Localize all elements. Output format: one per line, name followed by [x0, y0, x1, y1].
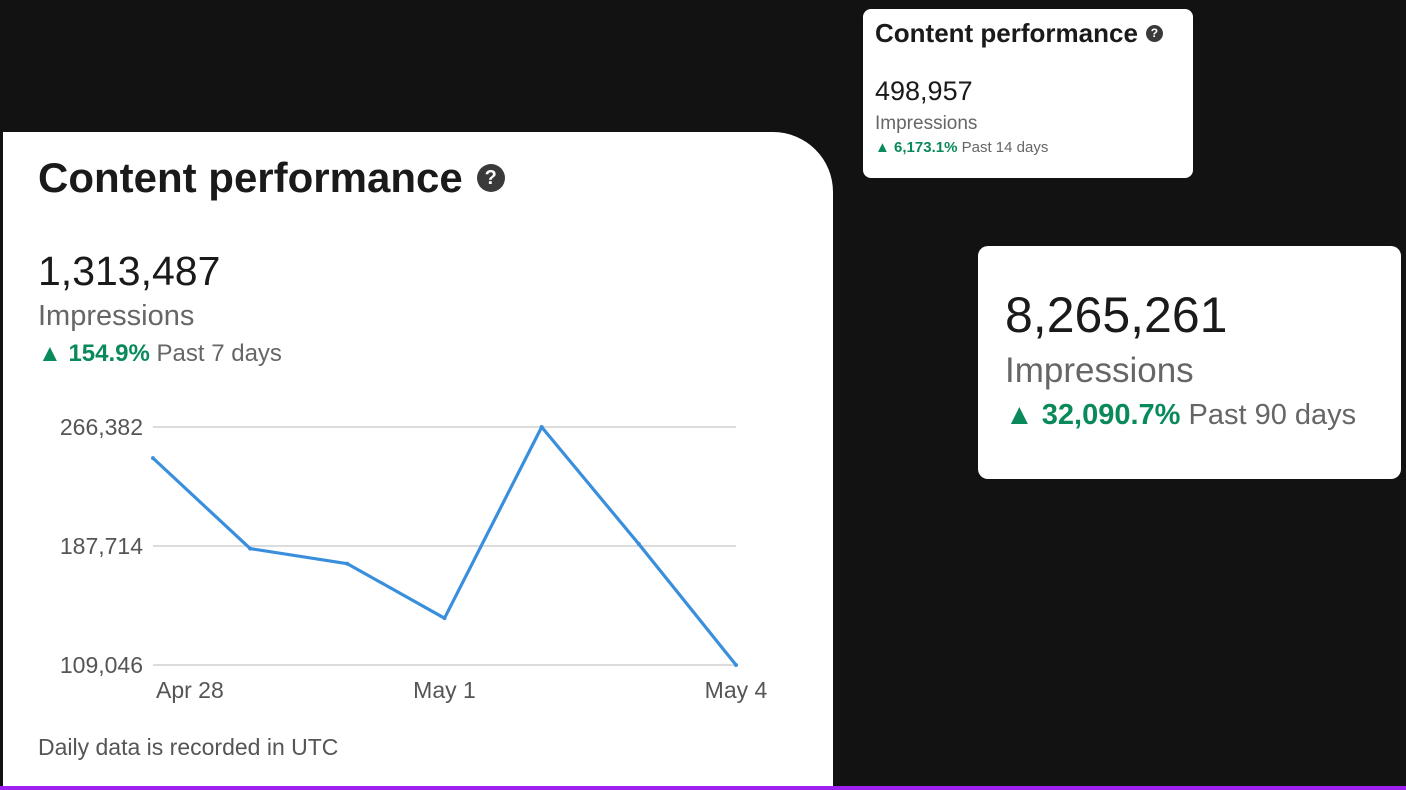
data-point[interactable] — [151, 456, 155, 461]
data-point[interactable] — [539, 425, 544, 429]
data-point[interactable] — [248, 546, 253, 551]
arrow-up-icon: ▲ — [1005, 399, 1034, 431]
change-percent: 32,090.7% — [1041, 399, 1181, 431]
change-percent: 6,173.1% — [894, 139, 958, 156]
y-tick-label: 187,714 — [60, 533, 143, 559]
impressions-line-chart: 266,382 187,714 109,046 Apr 28 May 1 May 4 — [60, 414, 768, 703]
data-point[interactable] — [345, 561, 350, 566]
data-point[interactable] — [442, 616, 447, 621]
chart-x-axis: Apr 28 May 1 May 4 — [156, 677, 768, 703]
impressions-value: 8,265,261 — [1005, 287, 1228, 343]
impressions-value: 498,957 — [875, 76, 973, 106]
impressions-label: Impressions — [875, 113, 978, 134]
card-title-text: Content performance — [38, 154, 463, 201]
arrow-up-icon: ▲ — [38, 340, 62, 367]
chart-y-axis: 266,382 187,714 109,046 — [60, 414, 143, 678]
utc-footnote: Daily data is recorded in UTC — [38, 734, 339, 760]
impressions-value: 1,313,487 — [38, 248, 221, 294]
period-label: Past 14 days — [961, 139, 1049, 156]
change-row: ▲ 32,090.7% Past 90 days — [1005, 399, 1356, 432]
data-point[interactable] — [636, 542, 641, 547]
impressions-card-90d: 8,265,261 Impressions ▲ 32,090.7% Past 9… — [978, 246, 1401, 479]
impressions-label: Impressions — [1005, 351, 1194, 390]
y-tick-label: 266,382 — [60, 414, 143, 440]
card-title: Content performance ? — [875, 18, 1163, 49]
change-row: ▲ 154.9% Past 7 days — [38, 340, 282, 368]
change-row: ▲ 6,173.1% Past 14 days — [875, 139, 1048, 156]
change-percent: 154.9% — [68, 340, 150, 367]
y-tick-label: 109,046 — [60, 652, 143, 678]
help-icon[interactable]: ? — [476, 164, 505, 192]
chart-gridlines — [153, 426, 736, 666]
x-tick-label: May 4 — [705, 677, 768, 703]
card-title-text: Content performance — [875, 18, 1138, 48]
period-label: Past 90 days — [1188, 399, 1357, 431]
x-tick-label: Apr 28 — [156, 677, 224, 703]
data-point[interactable] — [734, 663, 738, 667]
content-performance-card-14d: Content performance ? 498,957 Impression… — [863, 9, 1193, 178]
bottom-accent-strip — [0, 786, 1406, 790]
impressions-label: Impressions — [38, 300, 195, 332]
period-label: Past 7 days — [156, 340, 282, 367]
x-tick-label: May 1 — [413, 677, 476, 703]
help-icon[interactable]: ? — [1145, 25, 1163, 42]
card-title: Content performance ? — [38, 154, 505, 202]
arrow-up-icon: ▲ — [875, 139, 890, 156]
content-performance-card-7d: Content performance ? 1,313,487 Impressi… — [3, 132, 833, 786]
